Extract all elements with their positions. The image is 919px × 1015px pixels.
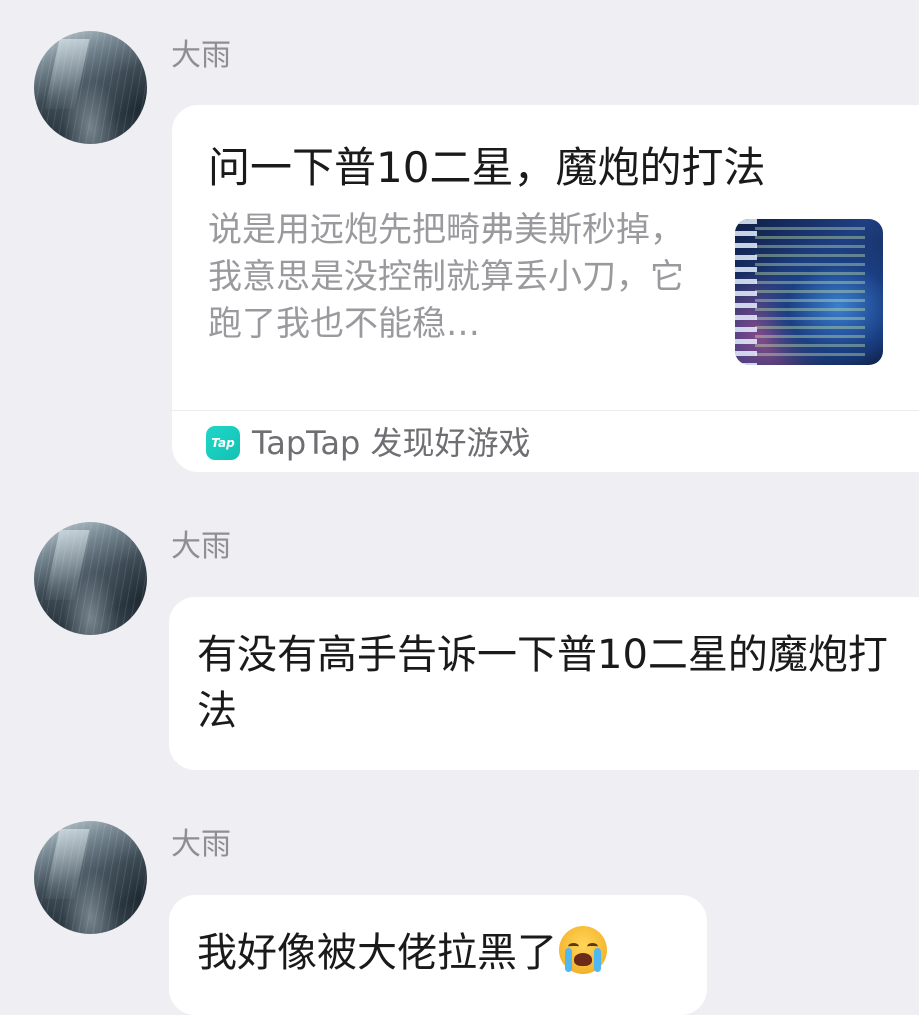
card-source-label: TapTap 发现好游戏 (252, 424, 531, 462)
message-text: 有没有高手告诉一下普10二星的魔炮打法 (197, 632, 888, 734)
message-content: 我好像被大佬拉黑了 (197, 925, 607, 981)
avatar[interactable] (34, 522, 147, 635)
sender-name: 大雨 (171, 827, 231, 862)
taptap-logo-icon: Tap (206, 426, 240, 460)
loudly-crying-face-icon (559, 926, 607, 974)
link-card[interactable]: 问一下普10二星，魔炮的打法 说是用远炮先把畸弗美斯秒掉，我意思是没控制就算丢小… (172, 105, 919, 472)
message-text: 我好像被大佬拉黑了 (197, 930, 557, 976)
message-item: 大雨 我好像被大佬拉黑了 (0, 780, 919, 1015)
message-bubble[interactable]: 有没有高手告诉一下普10二星的魔炮打法 (169, 597, 919, 770)
message-item: 大雨 有没有高手告诉一下普10二星的魔炮打法 (0, 480, 919, 780)
card-source: Tap TapTap 发现好游戏 (206, 423, 531, 463)
sender-name: 大雨 (171, 529, 231, 564)
divider (172, 410, 919, 411)
card-thumbnail (735, 219, 883, 365)
avatar[interactable] (34, 821, 147, 934)
avatar[interactable] (34, 31, 147, 144)
message-item: 大雨 问一下普10二星，魔炮的打法 说是用远炮先把畸弗美斯秒掉，我意思是没控制就… (0, 0, 919, 480)
sender-name: 大雨 (171, 38, 231, 73)
card-title: 问一下普10二星，魔炮的打法 (208, 143, 766, 192)
card-description: 说是用远炮先把畸弗美斯秒掉，我意思是没控制就算丢小刀，它跑了我也不能稳… (208, 210, 684, 344)
message-bubble[interactable]: 我好像被大佬拉黑了 (169, 895, 707, 1015)
